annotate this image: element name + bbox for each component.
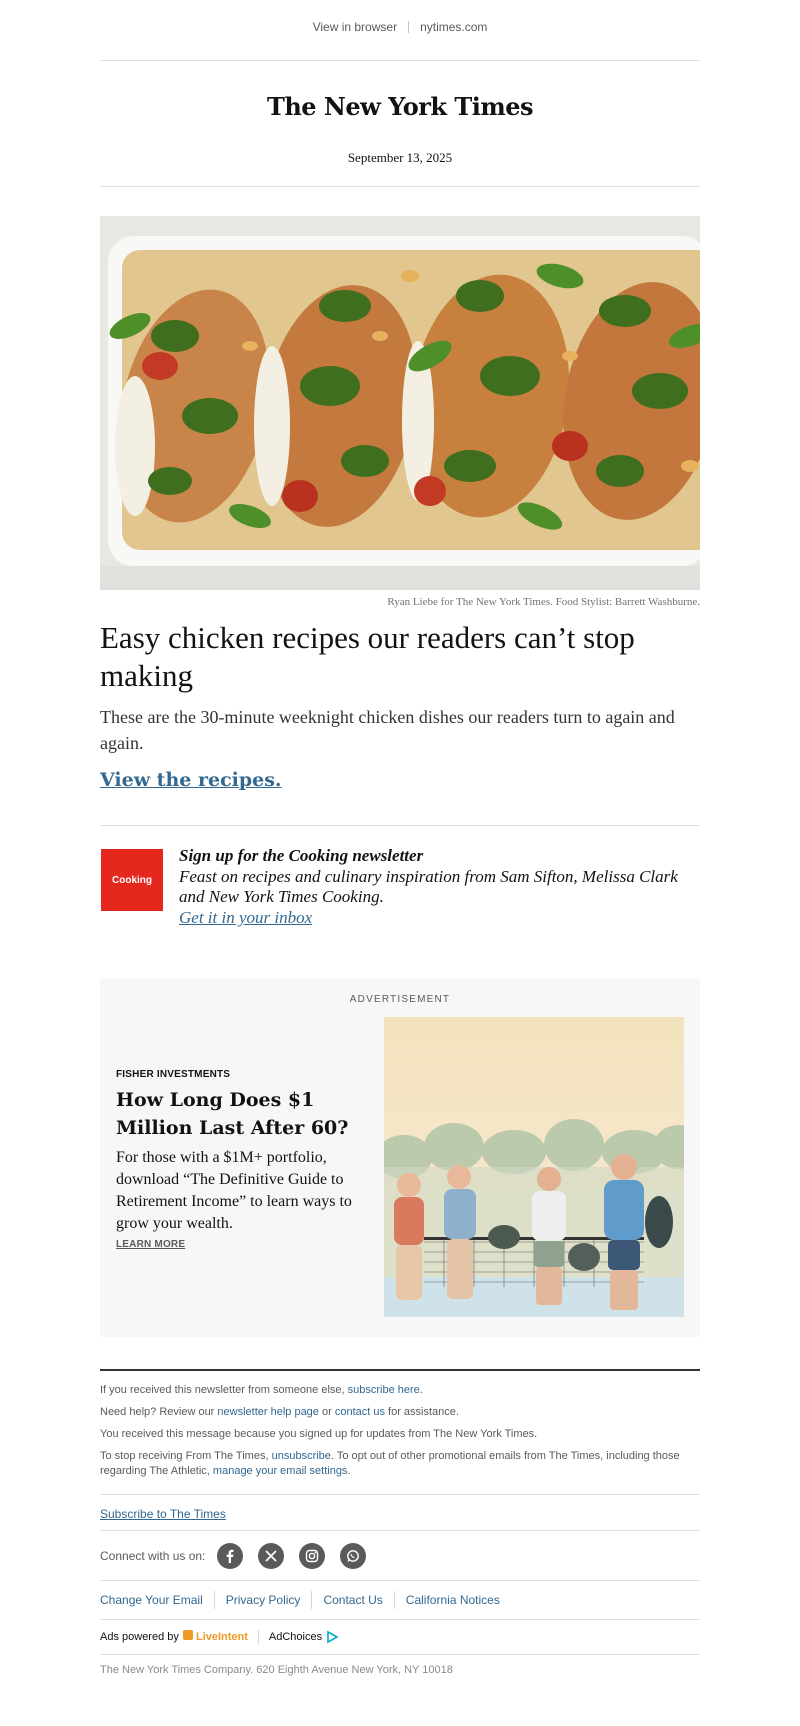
divider: [100, 60, 700, 61]
learn-more-link[interactable]: LEARN MORE: [116, 1239, 185, 1250]
promo-description: Feast on recipes and culinary inspiratio…: [179, 867, 678, 906]
issue-date: September 13, 2025: [347, 150, 453, 165]
cooking-logo-text: Cooking: [112, 874, 152, 886]
article-summary: These are the 30-minute weeknight chicke…: [100, 707, 675, 753]
subscribe-here-link[interactable]: subscribe here: [348, 1384, 420, 1396]
footer-line-forwarded: If you received this newsletter from som…: [100, 1383, 700, 1398]
divider: [100, 1619, 700, 1620]
promo-title: Sign up for the Cooking newsletter: [179, 846, 424, 865]
liveintent-text: LiveIntent: [195, 1630, 248, 1643]
footer-text: or: [318, 1406, 335, 1418]
ad-label: ADVERTISEMENT: [349, 994, 451, 1005]
liveintent-icon: [182, 1629, 193, 1640]
divider: [100, 1530, 700, 1531]
adchoices-text: AdChoices: [268, 1630, 323, 1643]
top-bar: View in browser nytimes.com: [100, 16, 700, 38]
cooking-logo[interactable]: Cooking: [101, 849, 163, 911]
ad-brand: FISHER INVESTMENTS: [116, 1069, 231, 1080]
cooking-promo: Sign up for the Cooking newsletter Feast…: [179, 845, 699, 929]
masthead-logo[interactable]: The New York Times: [100, 88, 700, 124]
footer-line-help: Need help? Review our newsletter help pa…: [100, 1405, 700, 1420]
change-email-link[interactable]: Change Your Email: [100, 1593, 203, 1608]
adchoices-link[interactable]: AdChoices: [269, 1630, 339, 1645]
facebook-icon[interactable]: [217, 1543, 244, 1569]
nytimes-link[interactable]: nytimes.com: [420, 20, 487, 34]
footer-text: To stop receiving From The Times,: [100, 1450, 272, 1462]
divider: [100, 1580, 700, 1581]
chicken-dish-illustration: [100, 216, 700, 590]
footer-text: If you received this newsletter from som…: [100, 1384, 348, 1396]
footer-line-unsubscribe: To stop receiving From The Times, unsubs…: [100, 1449, 700, 1479]
divider: [393, 1591, 395, 1609]
footer-text: for assistance.: [384, 1406, 459, 1418]
divider: [100, 825, 700, 826]
view-recipes-link[interactable]: View the recipes.: [100, 769, 700, 791]
california-notices-link[interactable]: California Notices: [406, 1593, 500, 1608]
divider: [311, 1591, 313, 1609]
divider: [100, 1654, 700, 1655]
liveintent-logo[interactable]: LiveIntent: [182, 1629, 248, 1645]
divider: [100, 1494, 700, 1495]
advertisement[interactable]: ADVERTISEMENT FISHER INVESTMENTS How Lon…: [100, 979, 700, 1337]
divider: [100, 1369, 700, 1371]
manage-email-settings-link[interactable]: manage your email settings: [213, 1465, 348, 1477]
unsubscribe-link[interactable]: unsubscribe: [272, 1450, 331, 1462]
pickleball-players-illustration: [384, 1017, 684, 1317]
view-in-browser-link[interactable]: View in browser: [313, 20, 397, 34]
ad-title[interactable]: How Long Does $1 Million Last After 60?: [116, 1086, 356, 1142]
ads-powered-by: Ads powered by LiveIntent AdChoices: [100, 1627, 700, 1647]
footer-text: Need help? Review our: [100, 1406, 218, 1418]
adchoices-icon: [327, 1630, 339, 1643]
footer-line-reason: You received this message because you si…: [100, 1428, 538, 1440]
privacy-policy-link[interactable]: Privacy Policy: [226, 1593, 301, 1608]
masthead-title: The New York Times: [267, 91, 534, 121]
footer-links: Change Your Email Privacy Policy Contact…: [100, 1590, 700, 1610]
subscribe-to-times-link[interactable]: Subscribe to The Times: [100, 1507, 700, 1522]
divider: [257, 1630, 259, 1644]
divider: [408, 21, 410, 33]
hero-image[interactable]: [100, 216, 700, 590]
ad-image[interactable]: [384, 1017, 684, 1317]
divider: [100, 186, 700, 187]
ads-powered-by-label: Ads powered by: [100, 1630, 179, 1643]
article-headline[interactable]: Easy chicken recipes our readers can’t s…: [100, 619, 700, 695]
company-address: The New York Times Company. 620 Eighth A…: [100, 1664, 453, 1676]
whatsapp-icon[interactable]: [340, 1543, 367, 1569]
contact-us-link[interactable]: contact us: [335, 1406, 385, 1418]
instagram-icon[interactable]: [299, 1543, 326, 1569]
connect-label: Connect with us on:: [100, 1548, 206, 1563]
photo-credit: Ryan Liebe for The New York Times. Food …: [387, 596, 700, 608]
get-it-in-inbox-link[interactable]: Get it in your inbox: [179, 907, 312, 929]
x-icon[interactable]: [258, 1543, 285, 1569]
footer-text: .: [419, 1384, 423, 1396]
footer-text: .: [347, 1465, 351, 1477]
contact-us-footer-link[interactable]: Contact Us: [323, 1593, 382, 1608]
social-links: Connect with us on:: [100, 1541, 700, 1571]
divider: [213, 1591, 215, 1609]
newsletter-email: View in browser nytimes.com The New York…: [0, 0, 800, 1726]
newsletter-help-link[interactable]: newsletter help page: [217, 1406, 319, 1418]
ad-body: For those with a $1M+ portfolio, downloa…: [116, 1149, 352, 1232]
